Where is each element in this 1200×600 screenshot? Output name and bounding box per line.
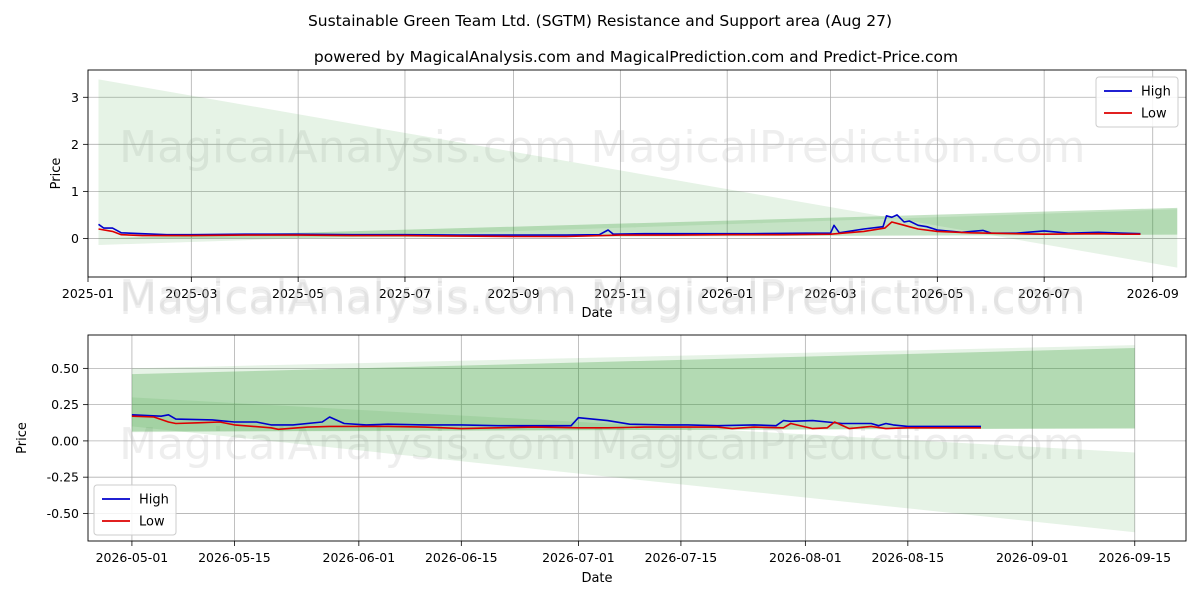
- x-tick-label: 2026-09-15: [1098, 550, 1171, 565]
- y-tick-label: -0.50: [47, 506, 79, 521]
- x-tick-label: 2026-06-01: [323, 550, 396, 565]
- x-axis-label: Date: [581, 571, 612, 586]
- y-tick-label: 0.25: [51, 397, 79, 412]
- y-tick-label: 0: [71, 231, 79, 246]
- legend: High Low: [1095, 76, 1179, 128]
- watermark-text: MagicalAnalysis.com: [119, 271, 577, 322]
- x-tick-label: 2026-07-15: [645, 550, 718, 565]
- legend-label-low: Low: [139, 515, 165, 530]
- y-axis-label: Price: [15, 422, 30, 454]
- legend-label-high: High: [1141, 85, 1171, 100]
- x-tick-label: 2026-05-01: [96, 550, 169, 565]
- y-axis-label: Price: [49, 158, 64, 190]
- y-tick-label: -0.25: [47, 470, 79, 485]
- x-tick-label: 2026-09-01: [996, 550, 1069, 565]
- y-tick-label: 1: [71, 184, 79, 199]
- x-tick-label: 2026-07-01: [542, 550, 615, 565]
- resistance-support-figure: Sustainable Green Team Ltd. (SGTM) Resis…: [15, 12, 1187, 586]
- x-tick-label: 2026-09: [1127, 286, 1179, 301]
- x-tick-label: 2026-08-01: [769, 550, 842, 565]
- bottom-price-panel: MagicalAnalysis.comMagicalAnalysis.comMa…: [15, 271, 1187, 586]
- chart-subtitle: powered by MagicalAnalysis.com and Magic…: [314, 48, 958, 66]
- y-tick-label: 0.00: [51, 433, 79, 448]
- chart-title: Sustainable Green Team Ltd. (SGTM) Resis…: [308, 12, 892, 30]
- watermark-text: MagicalPrediction.com: [591, 271, 1086, 322]
- legend: High Low: [93, 484, 177, 536]
- x-tick-label: 2026-06-15: [425, 550, 498, 565]
- legend-label-high: High: [139, 493, 169, 508]
- watermark-text: MagicalPrediction.com: [591, 122, 1086, 173]
- y-tick-label: 3: [71, 90, 79, 105]
- y-tick-label: 0.50: [51, 361, 79, 376]
- x-tick-label: 2026-08-15: [872, 550, 945, 565]
- y-tick-label: 2: [71, 137, 79, 152]
- x-tick-label: 2025-01: [62, 286, 114, 301]
- legend-label-low: Low: [1141, 107, 1167, 122]
- resistance-band: [98, 79, 1178, 268]
- x-tick-label: 2026-05-15: [198, 550, 271, 565]
